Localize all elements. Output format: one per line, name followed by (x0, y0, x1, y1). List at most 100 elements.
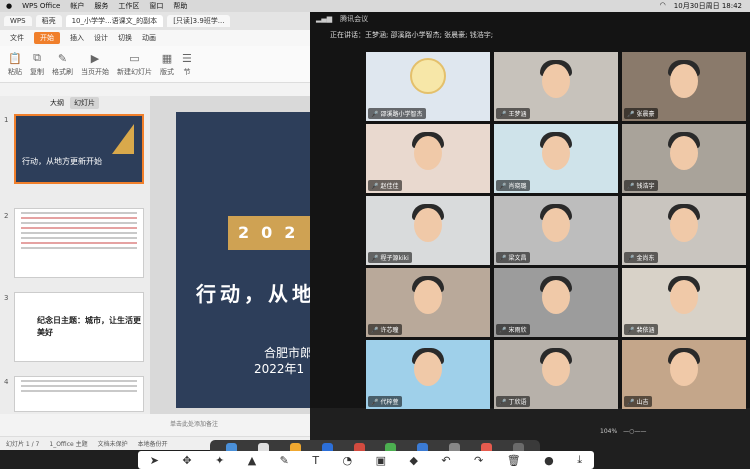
video-tile[interactable]: 🎤 邵溪路小学智杰 (366, 52, 490, 121)
ribbon-tab-animation[interactable]: 动画 (142, 33, 156, 43)
ribbon: 📋 粘贴 ⧉ 复制 ✎ 格式刷 ▶ 当页开始 ▭ 新建幻灯片 ▦ 版式 ☰ 节 (0, 46, 310, 83)
mic-icon: 🎤 (499, 327, 507, 334)
annotation-toolbar: ➤ ✥ ✦ ▲ ✎ T ◔ ▣ ◆ ↶ ↷ 🗑 ● ⤓ (138, 451, 594, 469)
tab-outline[interactable]: 大纲 (50, 98, 64, 108)
menubar-item-help[interactable]: 帮助 (173, 1, 187, 11)
video-tile[interactable]: 🎤 山吉 (622, 340, 746, 409)
marker-icon[interactable]: ▲ (248, 454, 256, 467)
zoom-value[interactable]: 104% (600, 428, 617, 435)
slide-count: 幻灯片 1 / 7 (6, 441, 40, 448)
eraser-icon[interactable]: ◆ (409, 454, 417, 467)
participant-name: 代梓萱 (380, 399, 399, 406)
participant-name: 金尚东 (636, 255, 655, 262)
move-icon[interactable]: ✥ (182, 454, 191, 467)
video-tile[interactable]: 🎤 代梓萱 (366, 340, 490, 409)
slide-thumb-1[interactable]: 行动，从地方更新开始 (14, 114, 144, 184)
thumb-title: 行动，从地方更新开始 (22, 157, 102, 166)
undo-icon[interactable]: ↶ (441, 454, 450, 467)
participant-name: 山吉 (636, 399, 649, 406)
current-slide[interactable]: 202 行动，从地 合肥市郎 2022年1 (176, 112, 316, 408)
trash-icon[interactable]: 🗑 (507, 454, 521, 467)
mic-icon: 🎤 (627, 111, 635, 118)
sticker-icon[interactable]: ▣ (376, 454, 386, 467)
video-grid: 🎤 邵溪路小学智杰 🎤 王梦涵 🎤 张晨豪 🎤 赵佳佳 🎤 肖晓璐 🎤 钱浩宇 🎤 程子源ki… (366, 52, 748, 409)
slide-panel-tabs: 大纲 幻灯片 (0, 96, 150, 110)
participant-name: 丁欣语 (508, 399, 527, 406)
mic-icon: 🎤 (371, 255, 379, 262)
thumb-number: 3 (4, 294, 9, 302)
notes-placeholder[interactable]: 单击此处添加备注 (170, 419, 218, 428)
speaking-bar: 正在讲话：王梦涵; 邵溪路小学智杰; 张晨豪; 钱浩宇; (310, 26, 750, 44)
menubar-item-window[interactable]: 窗口 (149, 1, 163, 11)
slide-thumb-4[interactable] (14, 376, 144, 412)
video-tile[interactable]: 🎤 梁文昌 (494, 196, 618, 265)
tab-slides[interactable]: 幻灯片 (70, 97, 99, 109)
apple-icon[interactable]: ● (6, 2, 12, 10)
tab-daoke[interactable]: 稻壳 (35, 15, 62, 27)
video-tile[interactable]: 🎤 裴依涵 (622, 268, 746, 337)
format-painter-button[interactable]: ✎ 格式刷 (52, 52, 73, 77)
ribbon-tabs: 文件 开始 插入 设计 切换 动画 (0, 30, 310, 46)
ribbon-tab-file[interactable]: 文件 (10, 33, 24, 43)
menubar-clock[interactable]: 10月30日周日 18:42 (674, 1, 742, 11)
section-button[interactable]: ☰ 节 (182, 52, 192, 77)
pen-icon[interactable]: ✎ (280, 454, 289, 467)
ribbon-tab-transition[interactable]: 切换 (118, 33, 132, 43)
slide-thumb-2[interactable] (14, 208, 144, 278)
video-tile[interactable]: 🎤 张晨豪 (622, 52, 746, 121)
slide-thumb-3[interactable]: 纪念日主题：城市，让生活更美好 (14, 292, 144, 362)
tab-readonly[interactable]: [只读]3.9班学... (167, 15, 231, 27)
video-tile[interactable]: 🎤 程子源kiki (366, 196, 490, 265)
video-tile[interactable]: 🎤 丁欣语 (494, 340, 618, 409)
menubar-item-workspace[interactable]: 工作区 (118, 1, 139, 11)
ribbon-tab-design[interactable]: 设计 (94, 33, 108, 43)
participant-name: 邵溪路小学智杰 (380, 111, 423, 118)
mic-icon: 🎤 (499, 183, 507, 190)
wifi-icon[interactable]: ◠ (660, 1, 666, 11)
video-tile[interactable]: 🎤 钱浩宇 (622, 124, 746, 193)
copy-button[interactable]: ⧉ 复制 (30, 51, 44, 77)
mic-icon: 🎤 (627, 183, 635, 190)
participant-name: 梁文昌 (508, 255, 527, 262)
redo-icon[interactable]: ↷ (474, 454, 483, 467)
backup-status[interactable]: 本地备份开 (138, 439, 168, 448)
play-icon: ▶ (90, 51, 100, 65)
user-icon[interactable]: ● (544, 454, 554, 467)
layout-button[interactable]: ▦ 版式 (160, 52, 174, 77)
thumb-title: 纪念日主题：城市，让生活更美好 (37, 316, 141, 337)
participant-name: 张晨豪 (636, 111, 655, 118)
play-from-current-button[interactable]: ▶ 当页开始 (81, 52, 109, 77)
download-icon[interactable]: ⤓ (577, 453, 582, 467)
cursor-icon[interactable]: ➤ (150, 454, 159, 467)
menubar-app[interactable]: WPS Office (22, 2, 60, 10)
ribbon-tab-insert[interactable]: 插入 (70, 33, 84, 43)
participant-name: 肖晓璐 (508, 183, 527, 190)
menubar-item-service[interactable]: 服务 (94, 1, 108, 11)
magic-icon[interactable]: ✦ (215, 454, 224, 467)
mic-icon: 🎤 (371, 111, 379, 118)
zoom-slider[interactable]: —○—— (623, 428, 646, 435)
tab-wps[interactable]: WPS (4, 16, 32, 26)
video-tile[interactable]: 🎤 肖晓璐 (494, 124, 618, 193)
video-tile[interactable]: 🎤 许芯瞳 (366, 268, 490, 337)
video-tile[interactable]: 🎤 宋雨欣 (494, 268, 618, 337)
participant-name: 赵佳佳 (380, 183, 399, 190)
doc-protect[interactable]: 文档未保护 (98, 439, 128, 448)
meeting-title: 腾讯会议 (340, 15, 369, 23)
text-icon[interactable]: T (312, 454, 319, 467)
ribbon-tab-home[interactable]: 开始 (34, 32, 60, 44)
menubar-item-account[interactable]: 帐户 (70, 1, 84, 11)
participant-name: 宋雨欣 (508, 327, 527, 334)
slide-editor: 202 行动，从地 合肥市郎 2022年1 (150, 96, 316, 414)
paste-button[interactable]: 📋 粘贴 (8, 52, 22, 77)
video-tile[interactable]: 🎤 金尚东 (622, 196, 746, 265)
signal-icon: ▂▄▆ (316, 15, 333, 23)
tab-document[interactable]: 10_小学学...语课文_的副本 (65, 15, 164, 27)
new-slide-button[interactable]: ▭ 新建幻灯片 (117, 52, 152, 77)
mic-icon: 🎤 (627, 255, 635, 262)
mic-icon: 🎤 (371, 399, 379, 406)
video-tile[interactable]: 🎤 赵佳佳 (366, 124, 490, 193)
video-tile[interactable]: 🎤 王梦涵 (494, 52, 618, 121)
shape-icon[interactable]: ◔ (343, 454, 353, 467)
slide-headline: 行动，从地 (196, 282, 316, 306)
